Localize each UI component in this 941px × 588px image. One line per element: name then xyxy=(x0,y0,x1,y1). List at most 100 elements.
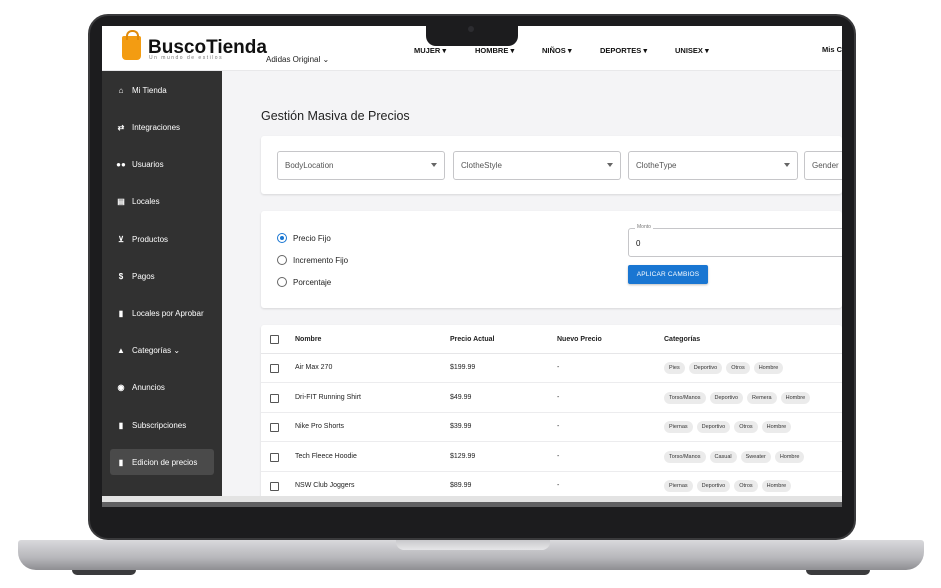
sidebar-item-subscripciones[interactable]: ▮ Subscripciones xyxy=(110,412,214,438)
category-chip: Torso/Manos xyxy=(664,392,706,404)
current-price: $89.99 xyxy=(450,482,472,489)
column-header-categorias[interactable]: Categorías xyxy=(664,336,700,343)
caret-down-icon: ▾ xyxy=(643,46,648,55)
account-menu[interactable]: Mis C xyxy=(822,45,842,54)
filter-body-location[interactable]: BodyLocation xyxy=(277,151,445,180)
category-chip: Hombre xyxy=(774,451,805,463)
sidebar-item-edicion-de-precios[interactable]: ▮ Edicion de precios xyxy=(110,449,214,475)
sidebar-item-productos[interactable]: ⊻ Productos xyxy=(110,226,214,252)
product-name: NSW Club Joggers xyxy=(295,482,355,489)
new-price: - xyxy=(557,423,560,430)
users-icon: ●● xyxy=(116,159,126,169)
sidebar-item-locales-por-aprobar[interactable]: ▮ Locales por Aprobar xyxy=(110,300,214,326)
radio-label: Precio Fijo xyxy=(293,233,331,243)
table-row[interactable]: Air Max 270 $199.99 - Pies Deportivo Otr… xyxy=(261,354,842,383)
category-icon: ▲ xyxy=(117,345,125,355)
apply-changes-button[interactable]: APLICAR CAMBIOS xyxy=(628,265,708,284)
category-chips: Piernas Deportivo Otros Hombre xyxy=(664,480,792,492)
caret-down-icon: ▾ xyxy=(442,46,447,55)
category-chip: Sweater xyxy=(740,451,771,463)
laptop-chin xyxy=(90,507,854,517)
table-row[interactable]: Dri-FIT Running Shirt $49.99 - Torso/Man… xyxy=(261,384,842,413)
category-chip: Otros xyxy=(734,421,758,433)
sidebar-item-usuarios[interactable]: ●● Usuarios xyxy=(110,151,214,177)
filter-clothe-type[interactable]: ClotheType xyxy=(628,151,798,180)
nav-item-deportes[interactable]: DEPORTES ▾ xyxy=(600,46,647,55)
document-icon: ▮ xyxy=(118,420,124,430)
row-checkbox[interactable] xyxy=(270,423,279,432)
radio-porcentaje[interactable]: Porcentaje xyxy=(277,277,331,287)
store-icon: ⌂ xyxy=(118,85,124,95)
radio-incremento-fijo[interactable]: Incremento Fijo xyxy=(277,255,348,265)
category-chip: Casual xyxy=(709,451,737,463)
filter-clothe-style[interactable]: ClotheStyle xyxy=(453,151,621,180)
dollar-icon: $ xyxy=(118,271,124,281)
sidebar-item-mi-tienda[interactable]: ⌂ Mi Tienda xyxy=(110,77,214,103)
monto-field[interactable]: Monto 0 xyxy=(628,224,842,257)
table-header: Nombre Precio Actual Nuevo Precio Catego… xyxy=(261,325,842,354)
filter-label: Gender xyxy=(812,161,839,170)
category-chip: Otros xyxy=(734,480,758,492)
nav-item-hombre[interactable]: HOMBRE ▾ xyxy=(475,46,514,55)
sidebar-item-pagos[interactable]: $ Pagos xyxy=(110,263,214,289)
filter-label: ClotheType xyxy=(636,161,677,170)
integration-icon: ⇄ xyxy=(117,122,125,132)
nav-item-ninos[interactable]: NIÑOS ▾ xyxy=(542,46,572,55)
sidebar-item-locales[interactable]: ▤ Locales xyxy=(110,188,214,214)
new-price: - xyxy=(557,364,560,371)
cart-icon: ⊻ xyxy=(118,234,124,244)
caret-down-icon: ▾ xyxy=(705,46,709,55)
column-header-precio-actual[interactable]: Precio Actual xyxy=(450,336,494,343)
sidebar-item-label: Mi Tienda xyxy=(132,85,167,95)
radio-unselected-icon xyxy=(277,277,287,287)
chevron-down-icon: ⌄ xyxy=(322,55,330,64)
sidebar-item-label: Anuncios xyxy=(132,382,165,392)
table-row[interactable]: Tech Fleece Hoodie $129.99 - Torso/Manos… xyxy=(261,443,842,472)
radio-precio-fijo[interactable]: Precio Fijo xyxy=(277,233,331,243)
store-selector[interactable]: Adidas Original ⌄ xyxy=(266,55,329,64)
category-chip: Remera xyxy=(747,392,777,404)
category-chips: Piernas Deportivo Otros Hombre xyxy=(664,421,792,433)
product-name: Dri-FIT Running Shirt xyxy=(295,394,362,401)
camera-icon xyxy=(468,26,474,32)
row-checkbox[interactable] xyxy=(270,364,279,373)
row-checkbox[interactable] xyxy=(270,453,279,462)
nav-label: UNISEX xyxy=(675,46,703,55)
filter-gender[interactable]: Gender xyxy=(804,151,842,180)
category-chips: Pies Deportivo Otros Hombre xyxy=(664,362,784,374)
category-chip: Hombre xyxy=(753,362,784,374)
price-mode-card: Precio Fijo Incremento Fijo Porcentaje M… xyxy=(261,211,842,308)
new-price: - xyxy=(557,394,560,401)
category-chips: Torso/Manos Deportivo Remera Hombre xyxy=(664,392,811,404)
row-checkbox[interactable] xyxy=(270,394,279,403)
monto-value: 0 xyxy=(636,239,641,248)
page-title: Gestión Masiva de Precios xyxy=(261,109,410,123)
table-row[interactable]: Nike Pro Shorts $39.99 - Piernas Deporti… xyxy=(261,413,842,442)
select-all-checkbox[interactable] xyxy=(270,335,279,344)
category-chip: Piernas xyxy=(664,480,693,492)
nav-item-unisex[interactable]: UNISEX ▾ xyxy=(675,46,709,55)
category-chips: Torso/Manos Casual Sweater Hombre xyxy=(664,451,805,463)
sidebar-item-anuncios[interactable]: ◉ Anuncios xyxy=(110,374,214,400)
caret-down-icon xyxy=(607,163,613,167)
category-chip: Hombre xyxy=(761,421,792,433)
new-price: - xyxy=(557,482,560,489)
category-chip: Deportivo xyxy=(709,392,744,404)
radio-unselected-icon xyxy=(277,255,287,265)
column-header-nuevo-precio[interactable]: Nuevo Precio xyxy=(557,336,602,343)
row-checkbox[interactable] xyxy=(270,482,279,491)
product-name: Tech Fleece Hoodie xyxy=(295,453,357,460)
products-table: Nombre Precio Actual Nuevo Precio Catego… xyxy=(261,325,842,502)
sidebar-item-categorias[interactable]: ▲ Categorías ⌄ xyxy=(110,337,214,363)
nav-item-mujer[interactable]: MUJER ▾ xyxy=(414,46,446,55)
sidebar-item-label: Locales por Aprobar xyxy=(132,308,204,318)
caret-down-icon: ▾ xyxy=(567,46,572,55)
category-chip: Deportivo xyxy=(696,480,731,492)
product-name: Nike Pro Shorts xyxy=(295,423,345,430)
app-screen: BuscoTienda Un mundo de estilos Adidas O… xyxy=(102,26,842,502)
sidebar-item-integraciones[interactable]: ⇄ Integraciones xyxy=(110,114,214,140)
chevron-down-icon: ⌄ xyxy=(173,345,181,355)
nav-label: MUJER xyxy=(414,46,441,55)
column-header-nombre[interactable]: Nombre xyxy=(295,336,321,343)
category-chip: Torso/Manos xyxy=(664,451,706,463)
